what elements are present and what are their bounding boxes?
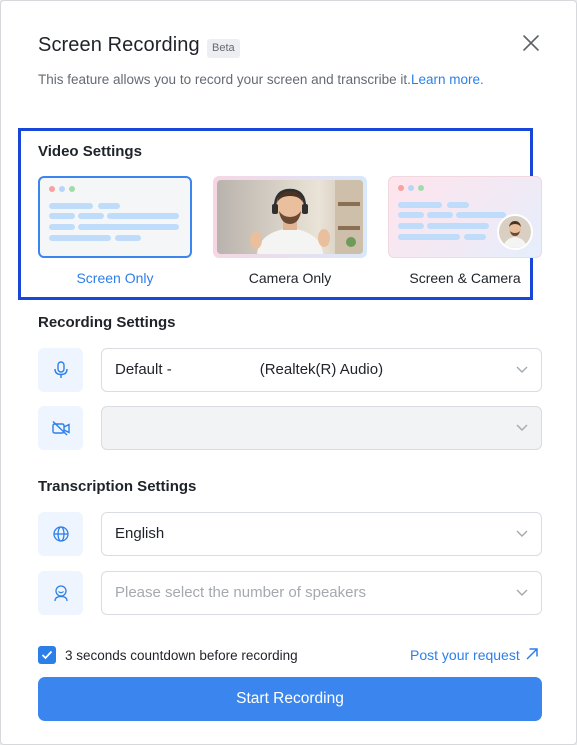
mic-value-device: (Realtek(R) Audio) <box>259 361 384 378</box>
preview-line <box>456 212 506 218</box>
blue-dot <box>408 185 414 191</box>
language-select[interactable]: English <box>101 512 542 556</box>
preview-line <box>49 235 111 241</box>
countdown-label: 3 seconds countdown before recording <box>65 648 298 663</box>
preview-line <box>464 234 486 240</box>
preview-line <box>78 213 104 219</box>
preview-line <box>49 203 93 209</box>
video-settings-label: Video Settings <box>38 143 142 160</box>
globe-icon <box>52 526 69 542</box>
chevron-down-icon <box>516 424 528 431</box>
start-recording-button[interactable]: Start Recording <box>38 677 542 721</box>
camera-select[interactable] <box>101 406 542 450</box>
feature-description: This feature allows you to record your s… <box>38 72 484 87</box>
red-dot <box>398 185 404 191</box>
preview-line <box>398 223 424 229</box>
screen-preview <box>40 178 190 256</box>
option-screen-only[interactable] <box>38 176 192 258</box>
description-text: This feature allows you to record your s… <box>38 72 411 87</box>
green-dot <box>69 186 75 192</box>
blue-dot <box>59 186 65 192</box>
countdown-checkbox[interactable] <box>38 646 56 664</box>
dialog-title: Screen Recording <box>38 34 200 56</box>
external-arrow-icon[interactable] <box>525 647 539 661</box>
checkmark-icon <box>41 650 53 660</box>
preview-line <box>98 203 120 209</box>
language-value: English <box>115 525 165 542</box>
recording-settings-label: Recording Settings <box>38 314 176 331</box>
preview-line <box>49 213 75 219</box>
preview-line <box>427 223 489 229</box>
camera-off-icon <box>51 420 70 436</box>
post-request-link[interactable]: Post your request <box>410 647 520 663</box>
globe-icon-tile <box>38 512 83 556</box>
chevron-down-icon <box>516 366 528 373</box>
person-avatar-icon <box>503 221 527 248</box>
speakers-placeholder: Please select the number of speakers <box>115 584 366 601</box>
beta-badge: Beta <box>207 39 240 58</box>
speaker-icon <box>53 585 68 602</box>
camera-only-label: Camera Only <box>248 270 332 286</box>
learn-more-link[interactable]: Learn more. <box>411 72 484 87</box>
camera-icon-tile <box>38 406 83 450</box>
camera-avatar <box>497 214 533 250</box>
preview-line <box>49 224 75 230</box>
preview-line <box>115 235 141 241</box>
window-dots <box>398 185 424 191</box>
microphone-select[interactable]: Default - (Realtek(R) Audio) <box>101 348 542 392</box>
camera-preview-image <box>217 180 363 254</box>
screen-recording-dialog: Screen Recording Beta This feature allow… <box>0 0 577 745</box>
speakers-select[interactable]: Please select the number of speakers <box>101 571 542 615</box>
microphone-icon <box>53 361 68 378</box>
preview-line <box>447 202 469 208</box>
red-dot <box>49 186 55 192</box>
preview-line <box>398 234 460 240</box>
speaker-icon-tile <box>38 571 83 615</box>
person-illustration <box>250 180 363 254</box>
chevron-down-icon <box>516 589 528 596</box>
close-icon[interactable] <box>521 33 541 53</box>
screen-camera-preview <box>389 177 541 257</box>
option-screen-and-camera[interactable] <box>388 176 542 258</box>
microphone-icon-tile <box>38 348 83 392</box>
mic-value-prefix: Default - <box>115 361 172 378</box>
screen-and-camera-label: Screen & Camera <box>409 270 521 286</box>
green-dot <box>418 185 424 191</box>
chevron-down-icon <box>516 530 528 537</box>
window-dots <box>49 186 75 192</box>
preview-line <box>398 212 424 218</box>
preview-line <box>78 224 179 230</box>
preview-line <box>107 213 179 219</box>
screen-only-label: Screen Only <box>76 270 154 286</box>
option-camera-only[interactable] <box>213 176 367 258</box>
preview-line <box>427 212 453 218</box>
transcription-settings-label: Transcription Settings <box>38 478 197 495</box>
preview-line <box>398 202 442 208</box>
